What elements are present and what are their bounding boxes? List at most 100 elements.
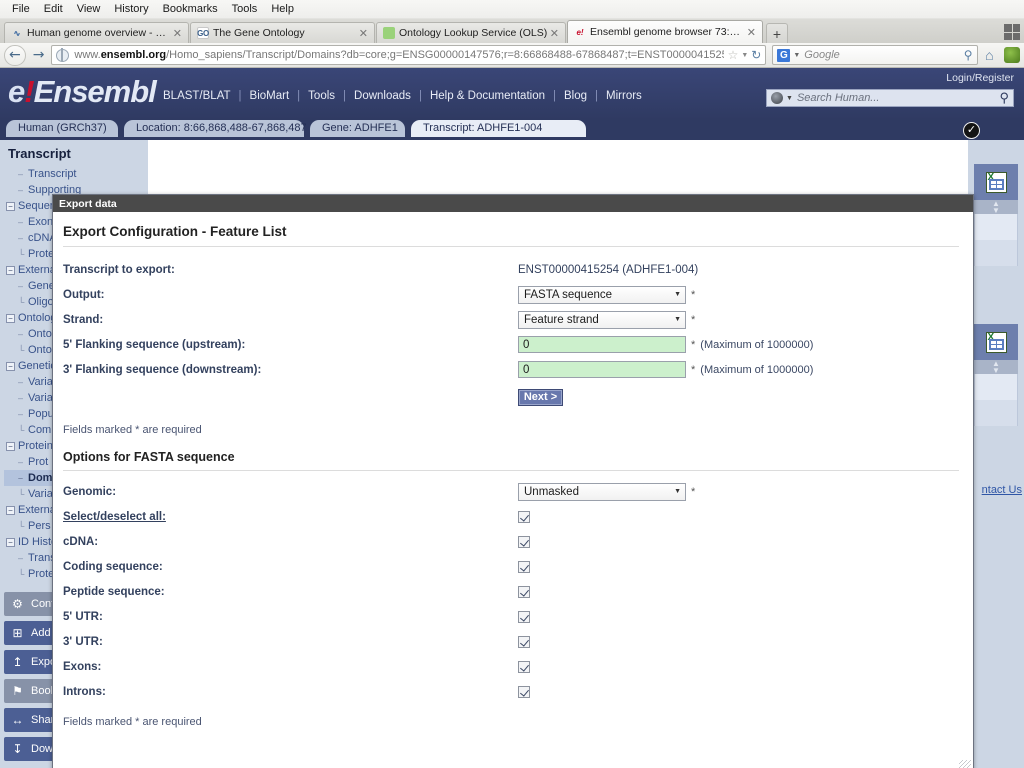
tree-collapse-icon[interactable]: − xyxy=(6,505,15,515)
tab-transcript[interactable]: Transcript: ADHFE1-004 xyxy=(411,120,586,137)
tree-collapse-icon[interactable]: − xyxy=(6,361,15,371)
close-icon[interactable]: ✕ xyxy=(173,28,182,39)
browser-tab-ensembl[interactable]: e! Ensembl genome browser 73: Homo ... ✕ xyxy=(567,20,763,43)
menu-file[interactable]: File xyxy=(5,2,37,16)
address-bar[interactable]: www.ensembl.org/Homo_sapiens/Transcript/… xyxy=(51,45,767,65)
export-widget-top[interactable]: ▲▼ xyxy=(974,164,1018,266)
sort-handle[interactable]: ▲ ▼ xyxy=(974,360,1018,375)
chevron-down-icon[interactable]: ▼ xyxy=(741,52,748,59)
url-text: www.ensembl.org/Homo_sapiens/Transcript/… xyxy=(74,49,723,61)
tree-branch-icon: └ xyxy=(18,345,25,355)
back-button[interactable]: ← xyxy=(4,44,26,66)
sidebar-title: Transcript xyxy=(8,146,71,161)
required-marker: * xyxy=(691,313,696,326)
close-icon[interactable]: ✕ xyxy=(359,28,368,39)
new-tab-button[interactable]: + xyxy=(766,23,788,43)
browser-chrome: File Edit View History Bookmarks Tools H… xyxy=(0,0,1024,68)
select-strand-[interactable]: Feature strand ▼ xyxy=(518,310,686,329)
reload-icon[interactable]: ↻ xyxy=(751,48,761,62)
tree-branch-icon: – xyxy=(18,217,24,227)
nav-tools[interactable]: Tools xyxy=(300,90,343,102)
input-3'-flanking-sequence-downstream-[interactable]: 0 xyxy=(518,361,686,378)
tree-collapse-icon[interactable]: − xyxy=(6,313,15,323)
field-value: FASTA sequence ▼ * xyxy=(518,285,695,304)
chevron-down-icon[interactable]: ▼ xyxy=(793,52,800,59)
tab-species[interactable]: Human (GRCh37) xyxy=(6,120,118,137)
sort-handle[interactable]: ▲ ▼ xyxy=(974,200,1018,215)
tree-branch-icon: └ xyxy=(18,521,25,531)
form-row: cDNA: xyxy=(63,529,959,554)
input-5'-flanking-sequence-upstream-[interactable]: 0 xyxy=(518,336,686,353)
nav-blast-blat[interactable]: BLAST/BLAT xyxy=(155,90,239,102)
tree-branch-icon: └ xyxy=(18,425,25,435)
select-genomic-[interactable]: Unmasked ▼ xyxy=(518,482,686,501)
menu-tools[interactable]: Tools xyxy=(225,2,265,16)
checkbox-coding-sequence-[interactable] xyxy=(518,560,530,573)
search-icon[interactable]: ⚲ xyxy=(964,48,973,62)
ensembl-search-box[interactable]: ▼ Search Human... ⚲ xyxy=(766,89,1014,107)
nav-biomart[interactable]: BioMart xyxy=(242,90,298,102)
nav-mirrors[interactable]: Mirrors xyxy=(598,90,650,102)
modal-heading: Export Configuration - Feature List xyxy=(63,224,959,247)
login-register-link[interactable]: Login/Register xyxy=(946,72,1014,84)
search-icon[interactable]: ⚲ xyxy=(999,90,1009,106)
field-label: cDNA: xyxy=(63,535,99,548)
check-close-icon[interactable]: ✓ xyxy=(963,122,980,139)
field-label: 3' Flanking sequence (downstream): xyxy=(63,363,262,376)
chevron-down-icon[interactable]: ▼ xyxy=(786,95,793,102)
menu-view[interactable]: View xyxy=(70,2,108,16)
checkbox-cdna-[interactable] xyxy=(518,535,530,548)
widget-body xyxy=(974,214,1018,266)
field-label[interactable]: Select/deselect all: xyxy=(63,511,518,523)
checkbox-exons-[interactable] xyxy=(518,660,530,673)
field-value: 0 * (Maximum of 1000000) xyxy=(518,336,813,353)
nav-help-documentation[interactable]: Help & Documentation xyxy=(422,90,553,102)
sidebar-item-label: Pers xyxy=(28,520,51,532)
ensembl-main-nav: BLAST/BLAT | BioMart | Tools | Downloads | H… xyxy=(155,90,650,102)
menu-bookmarks[interactable]: Bookmarks xyxy=(156,2,225,16)
modal-body: Export Configuration - Feature List Tran… xyxy=(53,212,973,768)
browser-tab-label: Ensembl genome browser 73: Homo ... xyxy=(590,26,741,38)
menu-help[interactable]: Help xyxy=(264,2,301,16)
resize-handle[interactable] xyxy=(959,760,971,768)
tree-collapse-icon[interactable]: − xyxy=(6,201,15,211)
field-label: Introns: xyxy=(63,685,106,698)
browser-tab-ols[interactable]: Ontology Lookup Service (OLS) ✕ xyxy=(376,22,566,43)
checkbox-select-deselect-all-[interactable] xyxy=(518,510,530,523)
checkbox-3'-utr-[interactable] xyxy=(518,635,530,648)
tree-branch-icon: └ xyxy=(18,569,25,579)
contact-us-link[interactable]: ntact Us xyxy=(968,484,1024,496)
nav-blog[interactable]: Blog xyxy=(556,90,595,102)
bookmark-star-icon[interactable]: ☆ xyxy=(728,48,739,62)
ensembl-icon: e! xyxy=(576,27,584,37)
tab-gene[interactable]: Gene: ADHFE1 xyxy=(310,120,405,137)
nav-downloads[interactable]: Downloads xyxy=(346,90,419,102)
field-value xyxy=(518,535,530,548)
home-icon[interactable]: ⌂ xyxy=(980,47,1000,63)
menu-history[interactable]: History xyxy=(107,2,155,16)
tab-location[interactable]: Location: 8:66,868,488-67,868,487 xyxy=(124,120,307,137)
tree-collapse-icon[interactable]: − xyxy=(6,537,15,547)
checkbox-introns-[interactable] xyxy=(518,685,530,698)
close-icon[interactable]: ✕ xyxy=(550,28,559,39)
ensembl-logo[interactable]: e!Ensembl xyxy=(8,74,157,110)
next-button[interactable]: Next > xyxy=(518,388,563,406)
sidebar-item-transcript[interactable]: – Transcript xyxy=(4,166,148,182)
tab-list-icon[interactable] xyxy=(1004,24,1020,40)
forward-button[interactable]: → xyxy=(28,45,50,66)
checkbox-peptide-sequence-[interactable] xyxy=(518,585,530,598)
browser-tab-genome[interactable]: ∿ Human genome overview - Genome ... ✕ xyxy=(4,22,189,43)
close-icon[interactable]: ✕ xyxy=(747,27,756,38)
form-row: 3' Flanking sequence (downstream): 0 * (Max… xyxy=(63,357,959,382)
browser-tab-label: Human genome overview - Genome ... xyxy=(27,27,167,39)
tree-collapse-icon[interactable]: − xyxy=(6,441,15,451)
sidebar-item-label: Protein xyxy=(18,440,53,452)
browser-tab-gene-ontology[interactable]: GO The Gene Ontology ✕ xyxy=(190,22,375,43)
tree-collapse-icon[interactable]: − xyxy=(6,265,15,275)
select-output-[interactable]: FASTA sequence ▼ xyxy=(518,285,686,304)
addon-icon[interactable] xyxy=(1004,47,1021,63)
export-widget-bottom[interactable]: ▲▼ xyxy=(974,324,1018,426)
checkbox-5'-utr-[interactable] xyxy=(518,610,530,623)
menu-edit[interactable]: Edit xyxy=(37,2,70,16)
browser-search-box[interactable]: G ▼ Google ⚲ xyxy=(772,45,978,65)
